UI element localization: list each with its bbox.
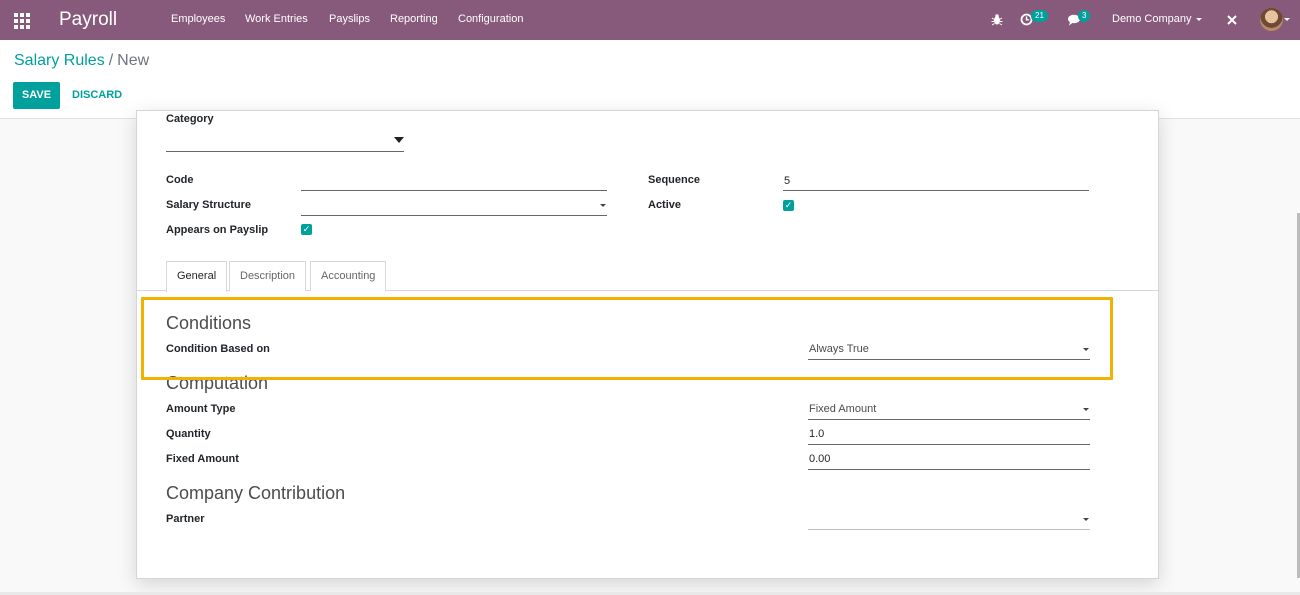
messages-count-badge: 3	[1078, 10, 1091, 22]
salary-structure-label: Salary Structure	[166, 199, 251, 211]
quantity-field[interactable]	[808, 444, 1090, 445]
discard-button[interactable]: DISCARD	[72, 89, 122, 101]
close-icon[interactable]	[1226, 14, 1238, 26]
quantity-label: Quantity	[166, 428, 211, 440]
avatar-chevron-down-icon[interactable]	[1284, 18, 1290, 21]
fixed-amount-value[interactable]: 0.00	[809, 453, 830, 465]
category-label: Category	[166, 113, 214, 125]
code-label: Code	[166, 174, 194, 186]
tab-general[interactable]: General	[166, 261, 228, 292]
category-dropdown-icon[interactable]	[394, 137, 404, 143]
sequence-field[interactable]	[783, 190, 1089, 191]
sequence-label: Sequence	[648, 174, 700, 186]
tab-description[interactable]: Description	[229, 261, 307, 291]
amount-type-label: Amount Type	[166, 403, 236, 415]
breadcrumb-salary-rules[interactable]: Salary Rules	[14, 52, 105, 69]
condition-based-on-value[interactable]: Always True	[809, 343, 869, 355]
activities-count-badge: 21	[1031, 10, 1048, 22]
company-name: Demo Company	[1112, 13, 1192, 25]
active-checkbox[interactable]: ✓	[783, 200, 794, 211]
control-panel: Salary Rules / New SAVE DISCARD	[0, 40, 1300, 119]
active-label: Active	[648, 199, 682, 211]
sequence-value[interactable]: 5	[784, 175, 790, 187]
condition-based-on-label: Condition Based on	[166, 343, 270, 355]
app-name[interactable]: Payroll	[59, 9, 117, 31]
partner-field[interactable]	[808, 529, 1090, 530]
menu-work-entries[interactable]: Work Entries	[245, 13, 308, 25]
top-navbar: Payroll Employees Work Entries Payslips …	[0, 0, 1300, 40]
apps-menu-icon[interactable]	[14, 13, 30, 29]
appears-on-payslip-label: Appears on Payslip	[166, 224, 269, 236]
company-contribution-section-title: Company Contribution	[166, 483, 346, 503]
fixed-amount-field[interactable]	[808, 469, 1090, 470]
amount-type-value[interactable]: Fixed Amount	[809, 403, 876, 415]
appears-on-payslip-checkbox[interactable]: ✓	[301, 224, 312, 235]
salary-structure-field[interactable]	[301, 215, 607, 216]
salary-structure-chevron-icon[interactable]	[600, 204, 606, 207]
menu-reporting[interactable]: Reporting	[390, 13, 438, 25]
conditions-section-title: Conditions	[166, 313, 256, 334]
tab-accounting[interactable]: Accounting	[310, 261, 387, 291]
partner-label: Partner	[166, 513, 205, 525]
partner-chevron-icon[interactable]	[1083, 518, 1089, 521]
breadcrumb: Salary Rules / New	[14, 52, 149, 70]
fixed-amount-label: Fixed Amount	[166, 453, 239, 465]
chevron-down-icon	[1196, 17, 1203, 21]
menu-employees[interactable]: Employees	[171, 13, 225, 25]
company-switcher[interactable]: Demo Company	[1112, 13, 1203, 25]
computation-section-title: Computation	[166, 373, 269, 393]
user-avatar[interactable]	[1260, 8, 1283, 31]
quantity-value[interactable]: 1.0	[809, 428, 824, 440]
category-field[interactable]	[166, 151, 404, 152]
bug-icon[interactable]	[991, 13, 1003, 26]
breadcrumb-separator: /	[108, 52, 114, 69]
code-field[interactable]	[301, 190, 607, 191]
save-button[interactable]: SAVE	[13, 82, 60, 109]
breadcrumb-current: New	[117, 52, 150, 69]
menu-configuration[interactable]: Configuration	[458, 13, 523, 25]
amount-type-field[interactable]	[808, 419, 1090, 420]
amount-type-chevron-icon[interactable]	[1083, 408, 1089, 411]
menu-payslips[interactable]: Payslips	[329, 13, 370, 25]
condition-based-on-field[interactable]	[808, 359, 1090, 360]
form-sheet: Category Code Sequence 5 Salary Structur…	[136, 110, 1159, 579]
condition-based-on-chevron-icon[interactable]	[1083, 348, 1089, 351]
